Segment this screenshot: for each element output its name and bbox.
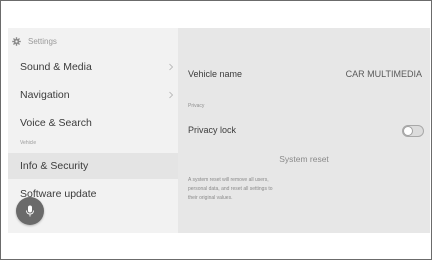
sidebar-item-navigation[interactable]: Navigation [8, 82, 178, 108]
sidebar-section-vehicle: Vehicle [20, 140, 37, 146]
chevron-right-icon [169, 91, 174, 99]
reset-desc-line: personal data, and reset all settings to [188, 186, 273, 192]
sidebar-item-sound-media[interactable]: Sound & Media [8, 54, 178, 80]
sidebar-item-label: Navigation [20, 89, 70, 101]
toggle-knob [403, 126, 413, 136]
privacy-lock-label: Privacy lock [188, 125, 237, 135]
sidebar-header-label: Settings [28, 36, 57, 46]
sidebar-item-info-security[interactable]: Info & Security [8, 153, 178, 179]
reset-desc-line: A system reset will remove all users, [188, 177, 269, 183]
sidebar-item-label: Sound & Media [20, 61, 92, 73]
system-reset-button[interactable]: System reset [178, 154, 430, 164]
privacy-section-label: Privacy [188, 103, 205, 109]
privacy-lock-toggle[interactable] [402, 125, 424, 137]
sidebar-header: Settings [12, 34, 57, 48]
vehicle-name-label[interactable]: Vehicle name [188, 69, 242, 79]
sidebar: Settings Sound & Media Navigation Voice … [8, 28, 178, 233]
reset-desc-line: their original values. [188, 195, 233, 201]
settings-screen: Settings Sound & Media Navigation Voice … [8, 28, 430, 233]
microphone-icon [26, 205, 34, 217]
voice-button[interactable] [16, 197, 44, 225]
sidebar-item-label: Voice & Search [20, 117, 92, 129]
sidebar-item-label: Info & Security [20, 160, 89, 172]
system-reset-description: A system reset will remove all users, pe… [188, 176, 318, 203]
content-panel: Vehicle name CAR MULTIMEDIA Privacy Priv… [178, 28, 430, 233]
gear-icon [12, 36, 21, 46]
vehicle-name-value[interactable]: CAR MULTIMEDIA [346, 69, 422, 79]
sidebar-item-voice-search[interactable]: Voice & Search [8, 110, 178, 136]
chevron-right-icon [169, 63, 174, 71]
